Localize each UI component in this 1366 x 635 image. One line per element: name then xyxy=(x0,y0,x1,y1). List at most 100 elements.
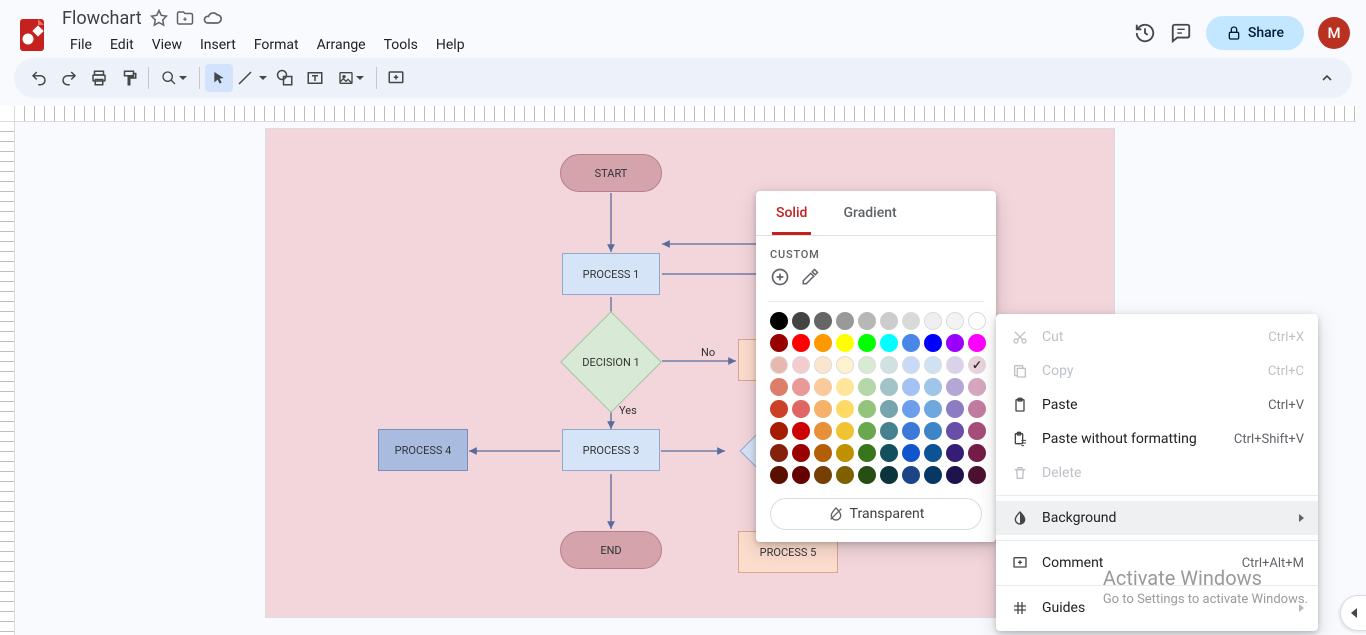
color-swatch[interactable] xyxy=(968,378,986,396)
document-title[interactable]: Flowchart xyxy=(62,8,142,29)
color-swatch[interactable] xyxy=(968,466,986,484)
shape-process3[interactable]: PROCESS 3 xyxy=(562,429,660,471)
undo-button[interactable] xyxy=(25,64,53,92)
paint-format-button[interactable] xyxy=(115,64,143,92)
color-swatch[interactable] xyxy=(792,356,810,374)
color-swatch[interactable] xyxy=(902,312,920,330)
color-swatch[interactable] xyxy=(836,400,854,418)
eyedropper-button[interactable] xyxy=(800,267,820,287)
color-swatch[interactable] xyxy=(946,422,964,440)
color-swatch[interactable] xyxy=(836,466,854,484)
shape-decision1[interactable]: DECISION 1 xyxy=(575,326,647,398)
color-swatch[interactable] xyxy=(924,466,942,484)
color-swatch[interactable] xyxy=(968,444,986,462)
color-swatch[interactable] xyxy=(902,444,920,462)
color-swatch[interactable] xyxy=(814,312,832,330)
color-swatch[interactable] xyxy=(924,400,942,418)
color-swatch[interactable] xyxy=(836,312,854,330)
color-swatch[interactable] xyxy=(792,444,810,462)
color-swatch[interactable] xyxy=(814,334,832,352)
color-swatch[interactable] xyxy=(858,400,876,418)
color-swatch[interactable] xyxy=(814,422,832,440)
color-swatch[interactable] xyxy=(968,312,986,330)
color-swatch[interactable] xyxy=(814,444,832,462)
color-swatch[interactable] xyxy=(858,422,876,440)
color-swatch[interactable] xyxy=(858,334,876,352)
color-swatch[interactable] xyxy=(858,466,876,484)
color-swatch[interactable] xyxy=(946,466,964,484)
color-swatch[interactable] xyxy=(946,356,964,374)
color-swatch[interactable] xyxy=(880,444,898,462)
color-swatch[interactable] xyxy=(792,466,810,484)
menu-view[interactable]: View xyxy=(144,33,190,57)
print-button[interactable] xyxy=(85,64,113,92)
color-swatch[interactable] xyxy=(792,378,810,396)
image-tool[interactable] xyxy=(331,64,371,92)
context-menu-paste-without-formatting[interactable]: Paste without formatting Ctrl+Shift+V xyxy=(996,422,1318,456)
redo-button[interactable] xyxy=(55,64,83,92)
color-swatch[interactable] xyxy=(924,334,942,352)
color-swatch[interactable] xyxy=(946,334,964,352)
color-swatch[interactable] xyxy=(924,356,942,374)
color-swatch[interactable] xyxy=(902,400,920,418)
color-swatch[interactable] xyxy=(880,334,898,352)
color-swatch[interactable] xyxy=(946,378,964,396)
color-swatch[interactable] xyxy=(770,378,788,396)
color-swatch[interactable] xyxy=(880,356,898,374)
color-swatch[interactable] xyxy=(924,422,942,440)
ruler-horizontal[interactable] xyxy=(15,106,1356,122)
menu-tools[interactable]: Tools xyxy=(376,33,426,57)
color-swatch[interactable] xyxy=(836,444,854,462)
color-swatch[interactable] xyxy=(836,356,854,374)
color-swatch[interactable] xyxy=(968,422,986,440)
color-swatch[interactable] xyxy=(770,334,788,352)
color-swatch[interactable] xyxy=(968,334,986,352)
share-button[interactable]: Share xyxy=(1206,16,1304,50)
add-custom-color-button[interactable] xyxy=(770,267,790,287)
star-icon[interactable] xyxy=(150,9,168,27)
menu-arrange[interactable]: Arrange xyxy=(309,33,374,57)
color-swatch[interactable] xyxy=(814,378,832,396)
color-swatch[interactable] xyxy=(792,400,810,418)
tab-gradient[interactable]: Gradient xyxy=(839,191,900,235)
color-swatch[interactable] xyxy=(924,378,942,396)
color-swatch[interactable] xyxy=(880,312,898,330)
transparent-button[interactable]: Transparent xyxy=(770,498,982,530)
color-swatch[interactable] xyxy=(770,356,788,374)
menu-file[interactable]: File xyxy=(62,33,100,57)
color-swatch[interactable] xyxy=(770,444,788,462)
color-swatch[interactable] xyxy=(902,466,920,484)
move-icon[interactable] xyxy=(176,9,194,27)
textbox-tool[interactable] xyxy=(301,64,329,92)
color-swatch[interactable] xyxy=(902,356,920,374)
color-swatch[interactable] xyxy=(770,312,788,330)
color-swatch[interactable] xyxy=(836,334,854,352)
color-swatch[interactable] xyxy=(792,422,810,440)
color-swatch[interactable] xyxy=(858,378,876,396)
color-swatch[interactable] xyxy=(880,422,898,440)
color-swatch[interactable] xyxy=(924,312,942,330)
color-swatch[interactable] xyxy=(946,312,964,330)
shape-end[interactable]: END xyxy=(560,531,662,569)
select-tool[interactable] xyxy=(205,64,233,92)
avatar[interactable]: M xyxy=(1318,17,1350,49)
color-swatch[interactable] xyxy=(814,466,832,484)
color-swatch[interactable] xyxy=(770,422,788,440)
color-swatch[interactable] xyxy=(770,400,788,418)
zoom-button[interactable] xyxy=(154,64,194,92)
color-swatch[interactable] xyxy=(770,466,788,484)
color-swatch[interactable] xyxy=(814,400,832,418)
color-swatch[interactable] xyxy=(858,444,876,462)
ruler-vertical[interactable] xyxy=(0,122,15,635)
shape-process4-left[interactable]: PROCESS 4 xyxy=(378,429,468,471)
color-swatch[interactable] xyxy=(968,400,986,418)
context-menu-background[interactable]: Background xyxy=(996,501,1318,535)
color-swatch[interactable] xyxy=(792,334,810,352)
tab-solid[interactable]: Solid xyxy=(772,191,811,235)
color-swatch[interactable] xyxy=(902,378,920,396)
color-swatch[interactable] xyxy=(836,422,854,440)
menu-format[interactable]: Format xyxy=(246,33,307,57)
cloud-status-icon[interactable] xyxy=(202,8,222,28)
color-swatch[interactable] xyxy=(902,334,920,352)
color-swatch[interactable] xyxy=(946,400,964,418)
